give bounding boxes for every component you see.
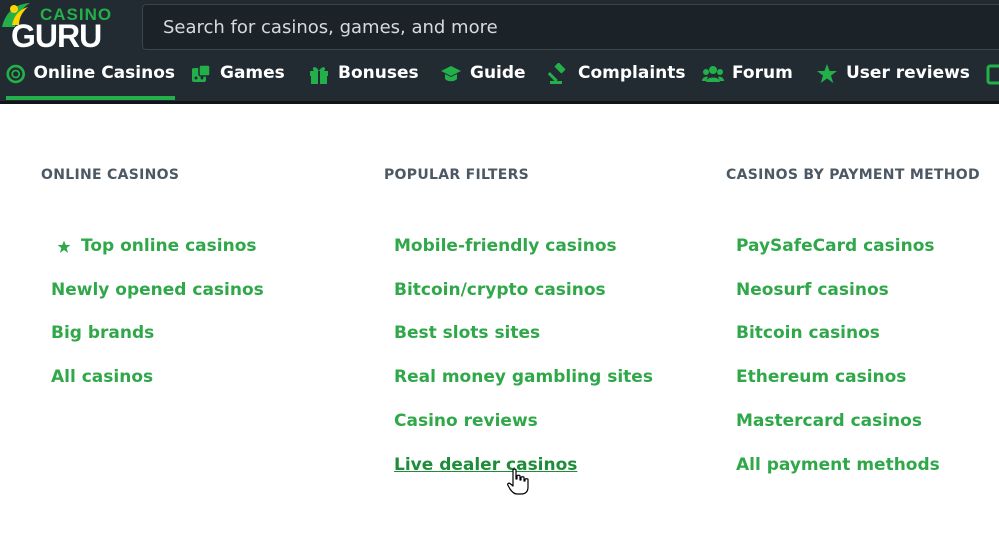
nav-more[interactable]: [986, 58, 999, 100]
graduation-cap-icon: [441, 66, 461, 82]
link-best-slots-sites[interactable]: Best slots sites: [394, 323, 540, 343]
link-paysafecard-casinos[interactable]: PaySafeCard casinos: [736, 236, 935, 256]
nav-forum[interactable]: Forum: [702, 58, 793, 100]
star-icon: [817, 64, 837, 83]
search-input[interactable]: Search for casinos, games, and more: [142, 4, 999, 50]
nav-bonuses[interactable]: Bonuses: [308, 58, 419, 100]
search-placeholder: Search for casinos, games, and more: [163, 17, 498, 38]
link-all-casinos[interactable]: All casinos: [51, 367, 153, 387]
link-real-money-gambling-sites[interactable]: Real money gambling sites: [394, 367, 653, 387]
nav-label: Bonuses: [338, 63, 419, 83]
users-icon: [702, 66, 724, 82]
nav-games[interactable]: Games: [190, 58, 285, 100]
nav-label: Forum: [732, 63, 793, 83]
star-icon: [57, 240, 71, 253]
nav-online-casinos[interactable]: Online Casinos: [6, 58, 175, 100]
nav-user-reviews[interactable]: User reviews: [816, 58, 970, 100]
nav-label: Guide: [470, 63, 526, 83]
column-heading-online-casinos: ONLINE CASINOS: [41, 167, 180, 183]
link-bitcoin-casinos[interactable]: Bitcoin casinos: [736, 323, 880, 343]
column-heading-payment-methods: CASINOS BY PAYMENT METHOD: [726, 167, 980, 183]
link-big-brands[interactable]: Big brands: [51, 323, 154, 343]
nav-label: User reviews: [846, 63, 970, 83]
nav-label: Online Casinos: [33, 63, 175, 83]
link-ethereum-casinos[interactable]: Ethereum casinos: [736, 367, 906, 387]
nav-label: Complaints: [578, 63, 686, 83]
link-mastercard-casinos[interactable]: Mastercard casinos: [736, 411, 922, 431]
link-bitcoin-crypto-casinos[interactable]: Bitcoin/crypto casinos: [394, 280, 606, 300]
link-all-payment-methods[interactable]: All payment methods: [736, 455, 940, 475]
dice-icon: [192, 64, 211, 82]
link-casino-reviews[interactable]: Casino reviews: [394, 411, 538, 431]
link-newly-opened-casinos[interactable]: Newly opened casinos: [51, 280, 264, 300]
site-header: CASINO GURU Search for casinos, games, a…: [0, 0, 999, 104]
link-neosurf-casinos[interactable]: Neosurf casinos: [736, 280, 889, 300]
column-heading-popular-filters: POPULAR FILTERS: [384, 167, 530, 183]
gift-icon: [310, 67, 328, 84]
gavel-icon: [548, 63, 566, 84]
main-nav: Online Casinos Games Bonuses Guide Compl…: [0, 58, 999, 100]
chip-icon: [6, 64, 25, 84]
hand-cursor-icon: [507, 468, 529, 495]
logo-guru-text: GURU: [11, 18, 102, 54]
link-live-dealer-casinos[interactable]: Live dealer casinos: [394, 455, 577, 475]
document-icon: [986, 64, 999, 85]
link-top-online-casinos[interactable]: Top online casinos: [81, 236, 257, 256]
link-mobile-friendly-casinos[interactable]: Mobile-friendly casinos: [394, 236, 617, 256]
nav-guide[interactable]: Guide: [440, 58, 526, 100]
nav-label: Games: [220, 63, 285, 83]
nav-complaints[interactable]: Complaints: [548, 58, 686, 100]
casino-guru-logo[interactable]: CASINO GURU: [0, 0, 130, 56]
